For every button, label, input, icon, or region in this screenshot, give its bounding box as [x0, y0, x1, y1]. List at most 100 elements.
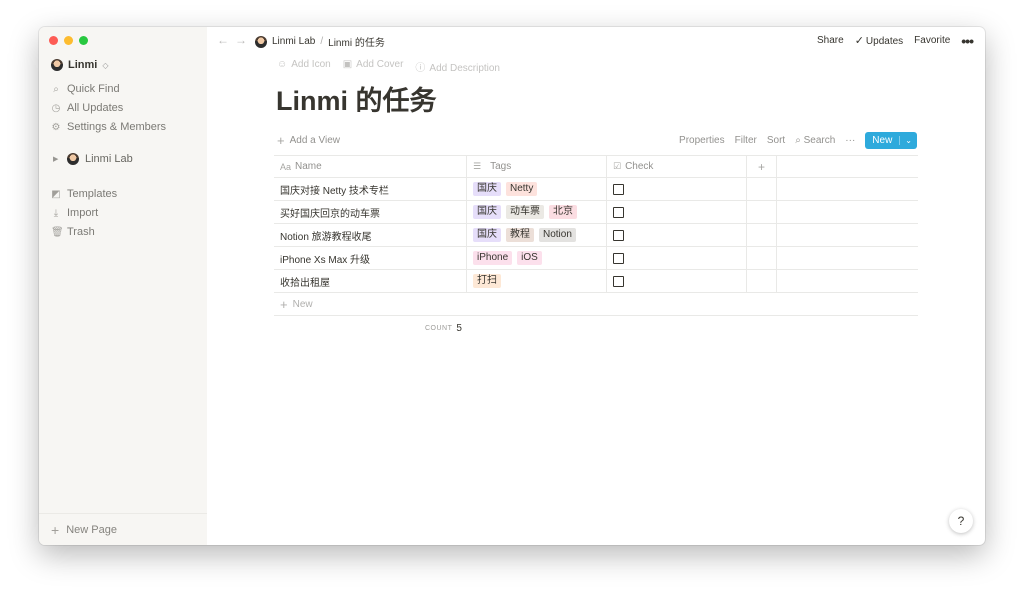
gear-icon: ⚙: [51, 121, 61, 133]
zoom-window-button[interactable]: [79, 36, 88, 45]
add-icon-button[interactable]: ☺ Add Icon: [277, 59, 331, 74]
row-name-cell[interactable]: iPhone Xs Max 升级: [274, 247, 467, 269]
row-filler: [777, 178, 918, 200]
view-toolbar: + Add a View Properties Filter Sort ⌕ Se…: [277, 131, 917, 149]
checkbox[interactable]: [613, 275, 624, 287]
checkmark-icon: ✓: [854, 35, 864, 47]
row-check-cell: [607, 224, 747, 246]
more-view-options-icon[interactable]: ···: [845, 135, 855, 146]
tag: iPhone: [473, 251, 513, 265]
sidebar-item-settings[interactable]: ⚙ Settings & Members: [51, 119, 167, 135]
row-filler: [747, 224, 777, 246]
checkbox[interactable]: [613, 252, 624, 264]
row-name-cell[interactable]: 国庆对接 Netty 技术专栏: [274, 178, 467, 200]
share-button[interactable]: Share: [817, 35, 844, 46]
breadcrumb-avatar: [255, 35, 267, 48]
row-filler: [777, 247, 918, 269]
row-tags-cell[interactable]: 国庆 教程 Notion: [467, 224, 607, 246]
row-name-cell[interactable]: 买好国庆回京的动车票: [274, 201, 467, 223]
breadcrumb: Linmi Lab / Linmi 的任务: [255, 34, 385, 49]
page-title[interactable]: Linmi 的任务: [276, 79, 437, 118]
properties-button[interactable]: Properties: [679, 135, 725, 146]
expand-triangle-icon[interactable]: ▶: [53, 155, 61, 163]
breadcrumb-root[interactable]: Linmi Lab: [272, 36, 315, 47]
row-tags-cell[interactable]: 国庆 动车票 北京: [467, 201, 607, 223]
count-summary[interactable]: COUNT 5: [425, 323, 462, 334]
sidebar-page-label: Linmi Lab: [85, 153, 133, 165]
updates-label: Updates: [865, 36, 904, 47]
add-description-button[interactable]: ⓘ Add Description: [415, 59, 500, 74]
chevron-down-icon[interactable]: ⌄: [899, 135, 917, 145]
row-check-cell: [607, 178, 747, 200]
new-page-button[interactable]: + New Page: [39, 513, 207, 545]
row-check-cell: [607, 201, 747, 223]
app-window: Linmi ◇ ⌕ Quick Find ◷ All Updates ⚙ Set…: [39, 27, 985, 545]
window-controls: [49, 36, 88, 45]
sidebar-page-linmi-lab[interactable]: ▶ Linmi Lab: [53, 153, 133, 165]
help-button[interactable]: ?: [949, 509, 973, 533]
sidebar-item-all-updates[interactable]: ◷ All Updates: [51, 100, 124, 116]
sidebar-item-label: Trash: [67, 226, 95, 238]
checkbox[interactable]: [613, 183, 624, 195]
updates-button[interactable]: ✓ Updates: [855, 34, 903, 47]
tag: Notion: [539, 228, 576, 242]
tag: 国庆: [473, 228, 501, 242]
clock-icon: ◷: [51, 102, 61, 114]
favorite-button[interactable]: Favorite: [914, 35, 950, 46]
new-record-button[interactable]: New ⌄: [865, 131, 917, 149]
filter-button[interactable]: Filter: [735, 135, 757, 146]
templates-icon: ◩: [51, 188, 61, 200]
row-tags-cell[interactable]: iPhone iOS: [467, 247, 607, 269]
breadcrumb-current[interactable]: Linmi 的任务: [328, 34, 385, 49]
more-options-icon[interactable]: •••: [961, 34, 974, 48]
column-label: Name: [295, 161, 322, 172]
tag: iOS: [517, 251, 542, 265]
minimize-window-button[interactable]: [64, 36, 73, 45]
back-arrow-icon[interactable]: ←: [217, 33, 235, 47]
header-filler: [777, 156, 918, 177]
table-row[interactable]: Notion 旅游教程收尾 国庆 教程 Notion: [274, 224, 918, 247]
row-tags-cell[interactable]: 打扫: [467, 270, 607, 292]
smiley-icon: ☺: [277, 59, 288, 70]
row-tags-cell[interactable]: 国庆 Netty: [467, 178, 607, 200]
workspace-switcher[interactable]: Linmi ◇: [51, 59, 109, 71]
sidebar-item-import[interactable]: ⤓ Import: [51, 205, 98, 221]
add-row-button[interactable]: + New: [274, 293, 918, 316]
search-button[interactable]: ⌕ Search: [795, 135, 835, 146]
column-header-tags[interactable]: ☰ Tags: [467, 156, 607, 177]
sidebar-item-label: Quick Find: [67, 83, 120, 95]
sort-button[interactable]: Sort: [767, 135, 785, 146]
column-header-name[interactable]: Aa Name: [274, 156, 467, 177]
new-record-label: New: [872, 134, 893, 146]
add-view-label: Add a View: [289, 134, 340, 146]
tag: 打扫: [473, 274, 501, 288]
checkbox[interactable]: [613, 229, 624, 241]
table-row[interactable]: 买好国庆回京的动车票 国庆 动车票 北京: [274, 201, 918, 224]
row-filler: [777, 270, 918, 292]
row-check-cell: [607, 247, 747, 269]
add-view-button[interactable]: + Add a View: [277, 133, 340, 148]
workspace-caret-icon: ◇: [102, 60, 109, 70]
column-header-check[interactable]: ☑ Check: [607, 156, 747, 177]
table-row[interactable]: 收拾出租屋 打扫: [274, 270, 918, 293]
checkbox[interactable]: [613, 206, 624, 218]
add-column-button[interactable]: +: [747, 156, 777, 177]
text-property-icon: Aa: [280, 161, 292, 172]
breadcrumb-separator: /: [320, 36, 324, 47]
row-name-cell[interactable]: Notion 旅游教程收尾: [274, 224, 467, 246]
count-label: COUNT: [425, 325, 453, 332]
sidebar-item-quick-find[interactable]: ⌕ Quick Find: [51, 81, 120, 97]
add-cover-button[interactable]: ▣ Add Cover: [343, 59, 404, 74]
tag: 动车票: [506, 205, 544, 219]
plus-icon: +: [51, 521, 60, 538]
table-row[interactable]: iPhone Xs Max 升级 iPhone iOS: [274, 247, 918, 270]
forward-arrow-icon[interactable]: →: [235, 33, 253, 47]
table-row[interactable]: 国庆对接 Netty 技术专栏 国庆 Netty: [274, 178, 918, 201]
tag: 国庆: [473, 205, 501, 219]
row-name-cell[interactable]: 收拾出租屋: [274, 270, 467, 292]
sidebar-item-templates[interactable]: ◩ Templates: [51, 186, 117, 202]
sidebar-item-trash[interactable]: 🗑 Trash: [51, 224, 95, 240]
database-table: Aa Name ☰ Tags ☑ Check + 国庆对接 Netty 技术专栏 国庆…: [274, 155, 918, 316]
close-window-button[interactable]: [49, 36, 58, 45]
search-icon: ⌕: [795, 134, 804, 146]
